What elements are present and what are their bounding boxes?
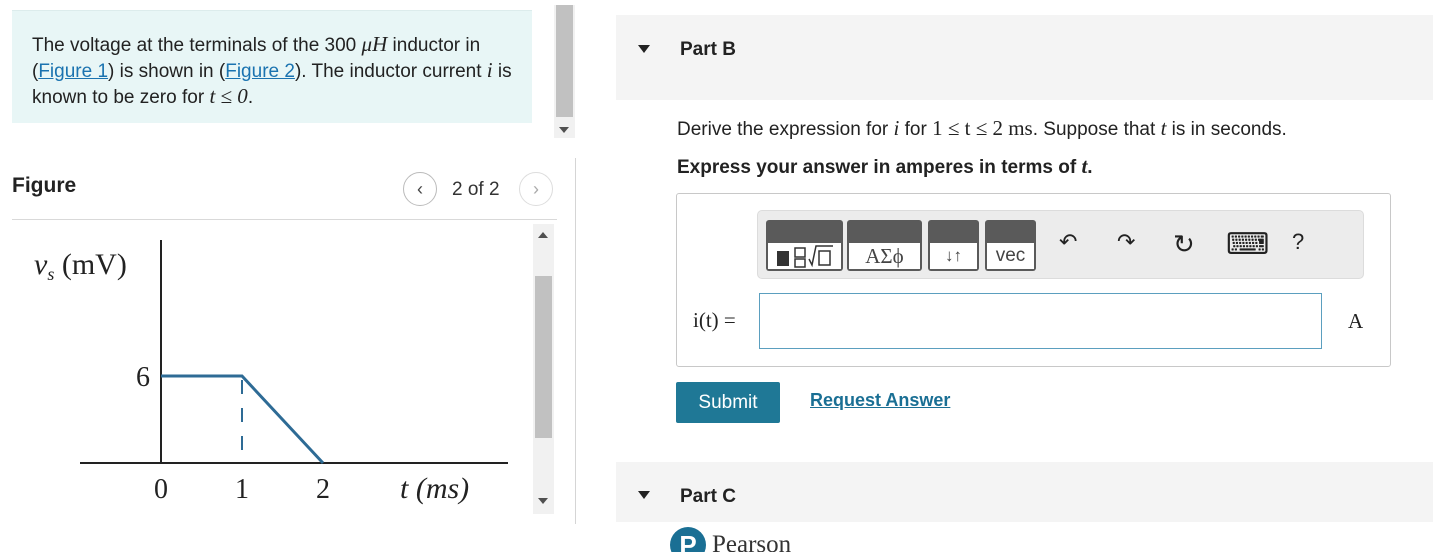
figure-heading: Figure	[12, 174, 77, 197]
keyboard-icon[interactable]: ⌨	[1226, 227, 1269, 262]
next-figure-button[interactable]: ›	[519, 172, 553, 206]
answer-instruction: Express your answer in amperes in terms …	[677, 154, 1093, 178]
figure-2-link[interactable]: Figure 2	[225, 61, 295, 82]
part-b-title: Part B	[680, 39, 736, 60]
problem-scrollbar-thumb[interactable]	[556, 5, 573, 117]
pearson-logo: P Pearson	[670, 527, 791, 552]
math-toolbar: ΑΣϕ ↓↑ vec ↶ ↷ ↻ ⌨ ?	[757, 210, 1364, 279]
prev-figure-button[interactable]: ‹	[403, 172, 437, 206]
panel-divider	[575, 158, 576, 524]
figure-counter: 2 of 2	[452, 179, 500, 200]
scroll-down-arrow-icon[interactable]	[559, 127, 569, 133]
y-axis-label: vs (mV)	[34, 248, 127, 284]
undo-icon[interactable]: ↶	[1059, 229, 1077, 255]
equation-lhs: i(t) =	[693, 308, 736, 332]
pearson-logo-icon: P	[670, 527, 706, 552]
vector-button[interactable]: vec	[985, 220, 1036, 271]
scroll-up-arrow-icon[interactable]	[538, 232, 548, 238]
answer-unit: A	[1348, 309, 1364, 333]
part-b-header[interactable]: Part B	[616, 15, 1433, 100]
collapse-caret-icon[interactable]	[638, 491, 650, 499]
reset-icon[interactable]: ↻	[1173, 229, 1195, 260]
part-c-title: Part C	[680, 486, 736, 507]
arrows-button[interactable]: ↓↑	[928, 220, 979, 271]
problem-statement-text: The voltage at the terminals of the 300 …	[32, 32, 512, 108]
x-tick-label: 0	[154, 474, 168, 505]
collapse-caret-icon[interactable]	[638, 45, 650, 53]
voltage-graph: vs (mV) t (ms) 0 1 2 6	[34, 240, 508, 505]
y-tick-label: 6	[136, 362, 150, 393]
question-text: Derive the expression for i for 1 ≤ t ≤ …	[677, 116, 1287, 140]
answer-input[interactable]	[759, 293, 1322, 349]
redo-icon[interactable]: ↷	[1117, 229, 1135, 255]
greek-symbols-button[interactable]: ΑΣϕ	[847, 220, 922, 271]
scroll-down-arrow-icon[interactable]	[538, 498, 548, 504]
request-answer-link[interactable]: Request Answer	[810, 390, 950, 411]
figure-scrollbar[interactable]	[533, 224, 554, 514]
x-tick-label: 1	[235, 474, 249, 505]
templates-button[interactable]	[766, 220, 843, 271]
templates-icon	[768, 243, 841, 269]
problem-scrollbar[interactable]	[554, 5, 575, 138]
submit-button[interactable]: Submit	[676, 382, 780, 423]
x-axis-label: t (ms)	[400, 472, 469, 505]
chevron-left-icon: ‹	[417, 178, 423, 199]
x-tick-label: 2	[316, 474, 330, 505]
help-icon[interactable]: ?	[1292, 229, 1304, 255]
part-c-header[interactable]: Part C	[616, 462, 1433, 522]
figure-1-link[interactable]: Figure 1	[38, 61, 108, 82]
chevron-right-icon: ›	[533, 178, 539, 199]
figure-scrollbar-thumb[interactable]	[535, 276, 552, 438]
figure-divider	[12, 219, 557, 220]
pearson-brand-text: Pearson	[712, 531, 792, 552]
